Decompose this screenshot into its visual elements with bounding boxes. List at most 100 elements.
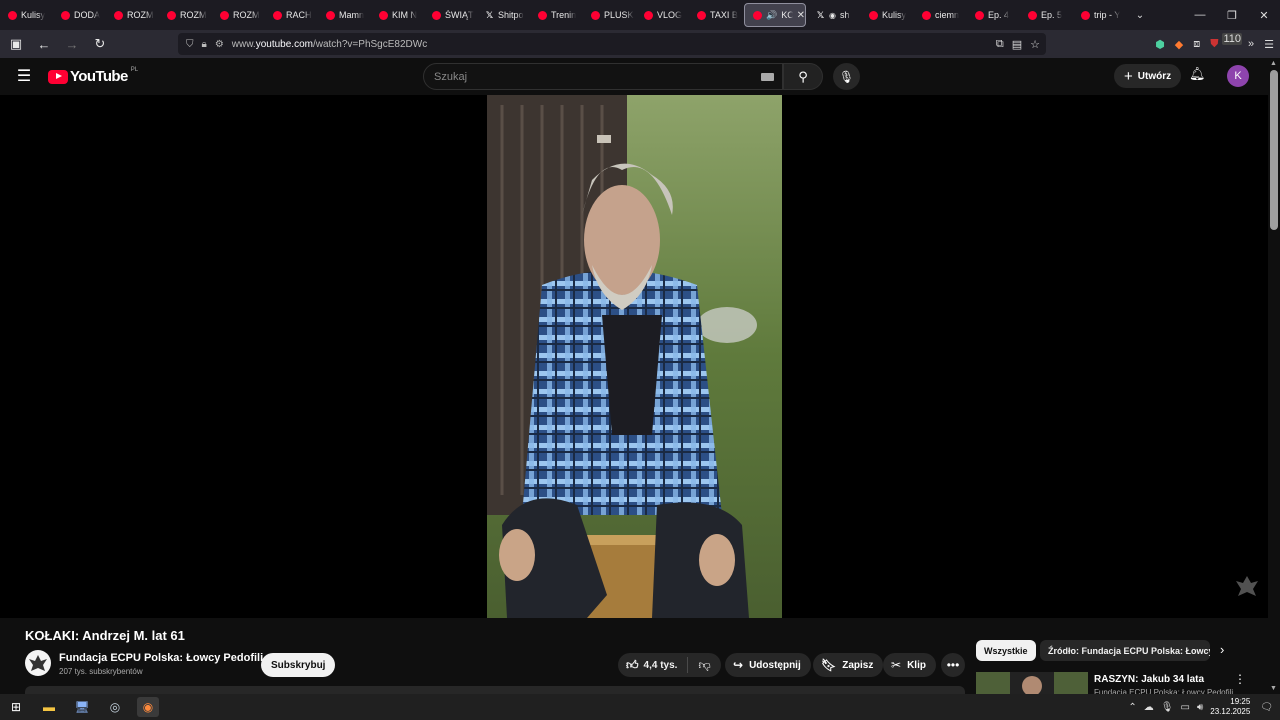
channel-name[interactable]: Fundacja ECPU Polska: Łowcy Pedofili [59,652,263,664]
file-explorer-icon[interactable]: ▬ [38,697,60,717]
system-tray: ⌃ ☁ 🎙︎ ▭ 🔊︎ 19:25 23.12.2025 🗨︎ [1128,694,1280,720]
keyboard-icon[interactable] [761,72,774,81]
video-frame[interactable] [487,95,782,618]
channel-avatar[interactable] [25,650,51,676]
url-bar[interactable]: ⛉ 🔒︎ ⚙ www. youtube.com/watch?v=PhSgcE82D… [178,33,1046,55]
description-box[interactable] [25,686,965,694]
restore-icon[interactable]: ❐ [1216,0,1248,30]
video-player[interactable] [0,95,1268,618]
browser-navbar: ▣ ← → ↻ ⛉ 🔒︎ ⚙ www. youtube.com/watch?v=P… [0,30,1280,58]
dislike-button[interactable]: 👎︎ [688,658,720,673]
playing-icon: ◉ [829,10,836,20]
forward-icon[interactable]: → [60,32,84,56]
x-icon: 𝕏 [816,9,825,20]
browser-tab[interactable]: DODA [53,0,106,30]
notifications-bell-icon[interactable]: 🔔︎ [1189,66,1206,82]
list-all-tabs-icon[interactable]: ⌄ [1126,0,1154,30]
browser-tab-active[interactable]: 🔊KO✕ [744,3,806,27]
browser-tab[interactable]: KIM N [371,0,424,30]
scrollbar-thumb[interactable] [1270,70,1278,230]
search-input[interactable]: Szukaj [423,63,783,90]
search-button[interactable]: ⚲ [783,63,823,90]
browser-tab[interactable]: 𝕏 ◉ sh [808,0,861,30]
browser-tab[interactable]: ROZM [212,0,265,30]
chip-all[interactable]: Wszystkie [976,640,1036,661]
close-tab-icon[interactable]: ✕ [797,10,805,21]
youtube-header: ☰ YouTube PL Szukaj ⚲ 🎙︎ + Utwórz 🔔︎ K [0,58,1268,95]
voice-search-button[interactable]: 🎙︎ [833,63,860,90]
recommended-menu-icon[interactable]: ⋮ [1234,672,1246,686]
network-icon[interactable]: ▭ [1180,702,1189,713]
youtube-logo[interactable]: YouTube PL [48,67,138,85]
back-icon[interactable]: ← [32,32,56,56]
browser-tab[interactable]: Kulisy [861,0,914,30]
sidebar-toggle-icon[interactable]: ▣ [4,32,28,56]
create-button[interactable]: + Utwórz [1114,64,1182,88]
youtube-icon [167,10,176,20]
computer-icon[interactable]: 🖥︎ [71,697,93,717]
windows-start-icon[interactable]: ⊞ [5,697,27,717]
reload-icon[interactable]: ↻ [88,32,112,56]
page-scrollbar[interactable]: ▲ ▼ [1268,58,1280,694]
picture-in-picture-icon[interactable]: ⧉ [996,38,1004,51]
account-avatar[interactable]: K [1227,65,1249,87]
clock[interactable]: 19:25 23.12.2025 [1210,697,1250,717]
browser-tab[interactable]: ROZM [106,0,159,30]
shield-icon[interactable]: ⛉ [186,39,194,50]
minimize-icon[interactable]: — [1184,0,1216,30]
url-prefix: www. [231,38,256,50]
more-actions-button[interactable]: ••• [941,653,965,677]
browser-tab[interactable]: 𝕏 Shitpo [477,0,530,30]
speaker-tray-icon[interactable]: 🔊︎ [1197,702,1203,713]
ublock-icon[interactable]: ⛊ 110 [1210,32,1242,51]
browser-tab[interactable]: Ep. 5 [1020,0,1073,30]
close-window-icon[interactable]: ✕ [1248,0,1280,30]
browser-tab[interactable]: Mamn [318,0,371,30]
youtube-icon [326,10,335,20]
reader-view-icon[interactable]: ▤ [1012,38,1022,51]
share-button[interactable]: ↪ Udostępnij [725,653,811,677]
browser-tab[interactable]: trip - Y [1073,0,1126,30]
vpn-extension-icon[interactable]: ⬢ [1155,38,1165,51]
clip-button[interactable]: ✂ Klip [883,653,936,677]
overflow-chevron-icon[interactable]: » [1248,38,1254,50]
notifications-icon[interactable]: 🗨︎ [1260,702,1273,713]
volume-icon[interactable]: 🎙︎ [1161,702,1174,713]
browser-tab[interactable]: ciemn [914,0,967,30]
guide-menu-icon[interactable]: ☰ [14,67,34,87]
onedrive-icon[interactable]: ☁ [1144,702,1154,713]
browser-tab[interactable]: TAXI B [689,0,742,30]
scroll-down-icon[interactable]: ▼ [1270,685,1277,692]
scissors-icon: ✂ [891,658,902,672]
permissions-icon[interactable]: ⚙ [215,39,224,50]
tray-overflow-icon[interactable]: ⌃ [1128,702,1136,713]
chip-source[interactable]: Źródło: Fundacja ECPU Polska: Łowcy Pedo… [1040,640,1210,661]
scroll-up-icon[interactable]: ▲ [1270,60,1277,67]
bookmark-star-icon[interactable]: ☆ [1030,38,1040,51]
menu-icon[interactable]: ☰ [1264,38,1274,51]
browser-tab[interactable]: ROZM [159,0,212,30]
recommended-thumbnail[interactable] [976,672,1088,694]
more-horizontal-icon: ••• [946,658,960,672]
browser-tab[interactable]: ŚWIĄT [424,0,477,30]
browser-tab[interactable]: PLUSK [583,0,636,30]
steam-icon[interactable]: ◎ [104,697,126,717]
like-button[interactable]: 👍︎ 4,4 tys. [618,657,689,673]
save-button[interactable]: 🔖︎ Zapisz [813,653,884,677]
subscribe-button[interactable]: Subskrybuj [261,653,336,677]
browser-tab[interactable]: VLOG [636,0,689,30]
addon-extension-icon[interactable]: ◆ [1175,38,1183,51]
chips-next-icon[interactable]: › [1220,642,1224,657]
browser-tab[interactable]: Ep. 4 [967,0,1020,30]
extensions-puzzle-icon[interactable]: ⧈ [1193,38,1200,51]
url-host: youtube.com [255,38,313,50]
speaker-icon[interactable]: 🔊 [766,10,777,21]
microphone-icon: 🎙︎ [838,69,855,84]
browser-tab[interactable]: Kulisy [0,0,53,30]
channel-watermark-logo[interactable] [1234,573,1260,599]
lock-icon[interactable]: 🔒︎ [202,39,207,50]
browser-tab[interactable]: RACH [265,0,318,30]
recommended-title[interactable]: RASZYN: Jakub 34 lata [1094,674,1204,685]
browser-tab[interactable]: Trenin [530,0,583,30]
firefox-icon[interactable]: ◉ [137,697,159,717]
